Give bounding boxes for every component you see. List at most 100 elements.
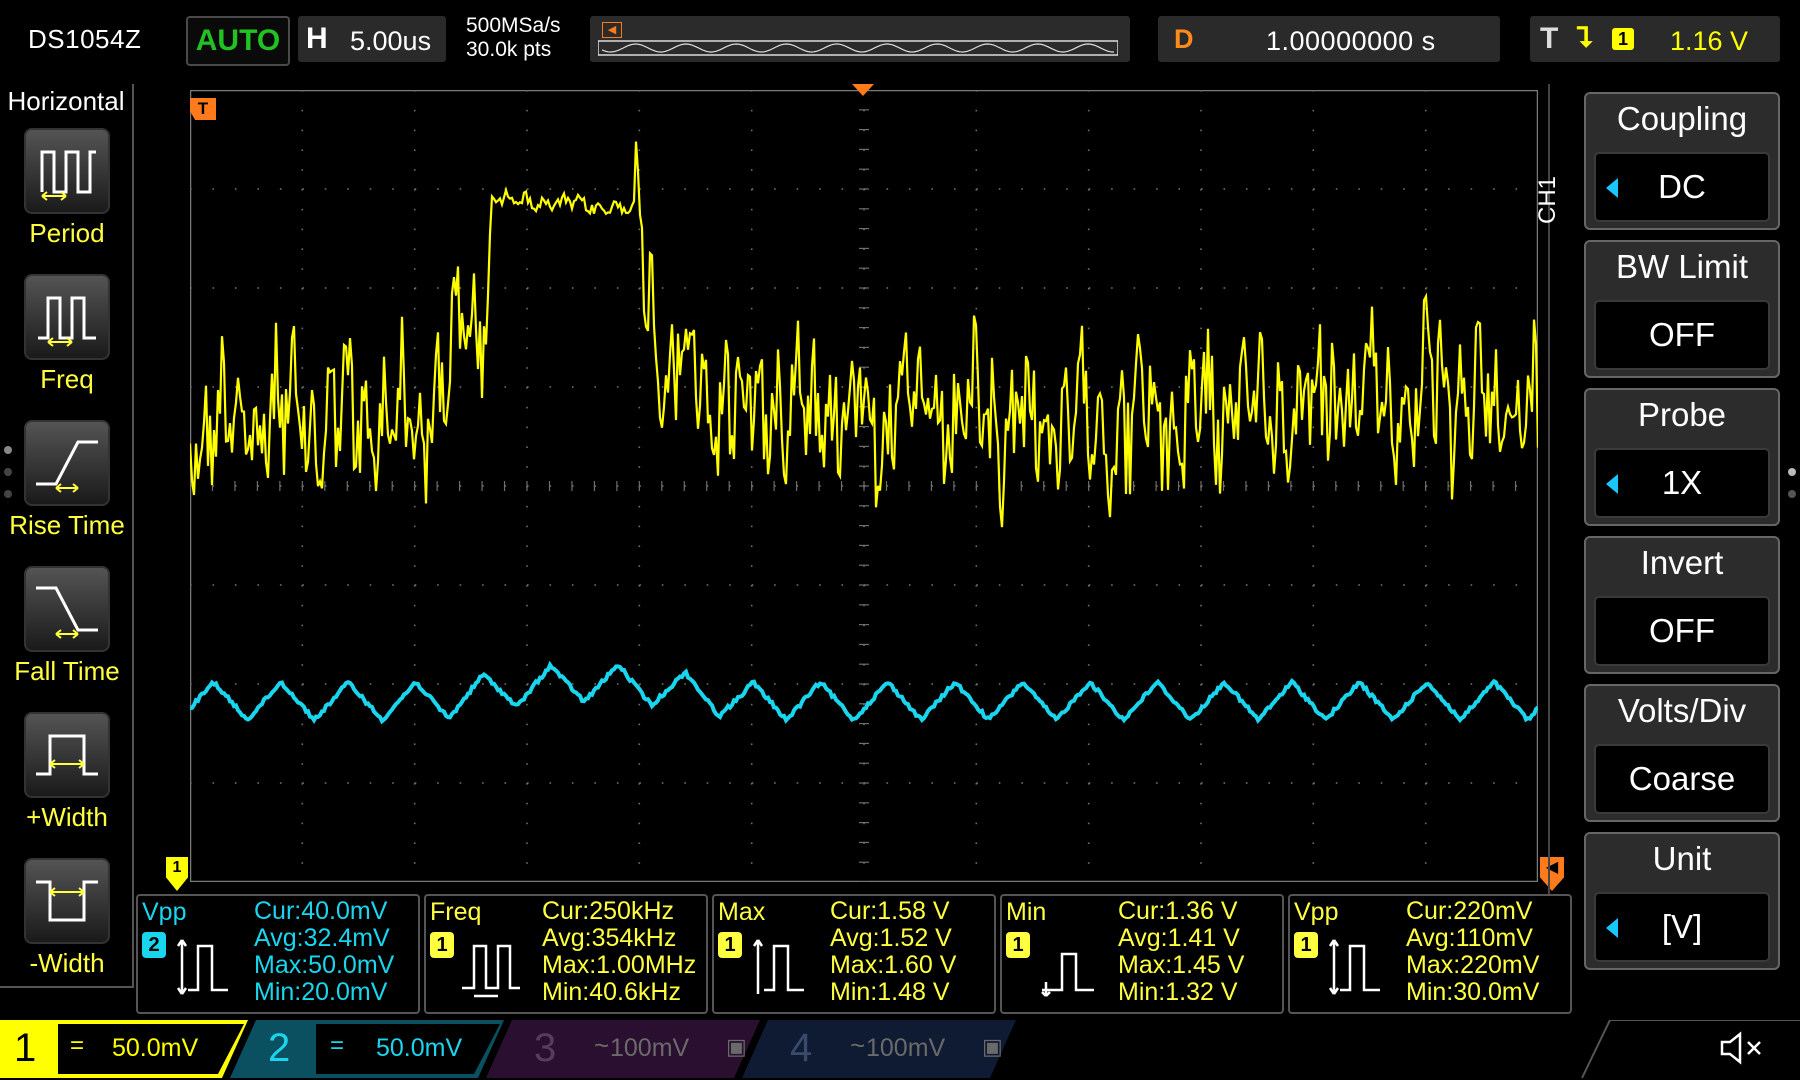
vpp-icon [1328,939,1380,995]
invert-softkey[interactable]: Invert OFF [1584,536,1780,674]
delay-box[interactable]: D 1.00000000 s [1158,16,1500,62]
sample-rate: 500MSa/s [466,14,561,37]
measurement-avg: Avg:1.52 V [830,924,952,952]
trigger-source-badge: 1 [1612,28,1634,50]
memory-waveform-preview [598,40,1118,56]
measurement-source-badge: 2 [142,932,166,958]
ch2-scale: 50.0mV [376,1034,463,1062]
trigger-position-icon: ◀ [602,22,622,38]
measurement-max: Max:1.60 V [830,951,957,979]
run-state-indicator[interactable]: AUTO [186,16,290,66]
invert-title: Invert [1640,544,1724,581]
measure-fall-time-label: Fall Time [14,656,120,686]
measure-positive-width-label: +Width [26,802,108,832]
selector-arrow-icon [1606,918,1618,938]
page-indicator-dot [4,446,12,454]
page-indicator-dot [1788,490,1796,498]
measurement-cur: Cur:250kHz [542,897,674,925]
measurement-max: Max:1.45 V [1118,951,1245,979]
measurement-freq-ch1[interactable]: Freq 1 Cur:250kHz Avg:354kHz Max:1.00MHz… [424,894,708,1014]
measurement-cur: Cur:220mV [1406,897,1533,925]
measurement-max-ch1[interactable]: Max 1 Cur:1.58 V Avg:1.52 V Max:1.60 V M… [712,894,996,1014]
ch4-coupling-icon: ~ [850,1030,866,1060]
memory-overview[interactable]: ◀ [590,16,1130,62]
model-name: DS1054Z [28,24,142,54]
frequency-icon [462,944,520,998]
measurement-name: Min [1006,898,1047,926]
measure-menu: Period Freq Rise Time Fall Time +Width -… [0,84,134,984]
ch4-off-icon: ▣ [982,1034,1003,1059]
measurement-cur: Cur:1.58 V [830,897,950,925]
ch1-coupling-icon: = [70,1032,85,1059]
measurement-vpp-ch2[interactable]: Vpp 2 Cur:40.0mV Avg:32.4mV Max:50.0mV M… [136,894,420,1014]
measure-period-label: Period [29,218,105,248]
measure-negative-width-label: -Width [29,948,105,978]
measure-fall-time-button[interactable]: Fall Time [0,566,134,712]
measurement-min-ch1[interactable]: Min 1 Cur:1.36 V Avg:1.41 V Max:1.45 V M… [1000,894,1284,1014]
measure-positive-width-button[interactable]: +Width [0,712,134,858]
ch1-scale: 50.0mV [112,1034,199,1062]
page-indicator-dot [1788,468,1796,476]
measurement-name: Freq [430,898,482,926]
negative-width-icon [24,858,110,944]
timebase-label: H [306,22,328,55]
measurement-vpp-ch1[interactable]: Vpp 1 Cur:220mV Avg:110mV Max:220mV Min:… [1288,894,1572,1014]
trigger-time-marker[interactable]: T [190,98,216,120]
trigger-box[interactable]: T ⮧ 1 1.16 V [1530,16,1780,62]
ch3-status-tab[interactable]: 3 ~ 100mV ▣ [512,1020,752,1078]
measurement-min: Min:1.48 V [830,978,950,1006]
measurement-values: Cur:40.0mV Avg:32.4mV Max:50.0mV Min:20.… [254,898,394,1006]
ch1-status-tab[interactable]: 1 = 50.0mV [0,1020,240,1078]
ch1-trace [190,141,1538,528]
probe-title: Probe [1637,396,1727,433]
page-indicator-dot [4,468,12,476]
trigger-position-marker[interactable] [852,84,874,96]
ch4-number: 4 [790,1026,813,1070]
ch2-status-tab[interactable]: 2 = 50.0mV [256,1020,496,1078]
delay-value: 1.00000000 s [1266,26,1436,56]
ch1-number: 1 [14,1026,37,1070]
timebase-box[interactable]: H 5.00us [298,16,446,62]
invert-value: OFF [1594,596,1770,666]
measurement-values: Cur:1.36 V Avg:1.41 V Max:1.45 V Min:1.3… [1118,898,1244,1006]
measure-freq-button[interactable]: Freq [0,274,134,420]
channel-menu-label: CH1 [1534,175,1562,225]
channel-menu-tab: CH1 [1534,150,1584,260]
measurement-min: Min:30.0mV [1406,978,1540,1006]
ch3-coupling-icon: ~ [594,1030,610,1060]
trigger-label: T [1540,22,1559,55]
ch2-coupling-icon: = [330,1032,345,1059]
memory-depth: 30.0k pts [466,38,552,61]
measure-negative-width-button[interactable]: -Width [0,858,134,1004]
probe-value: 1X [1594,448,1770,518]
bw-limit-softkey[interactable]: BW Limit OFF [1584,240,1780,378]
fall-time-icon [24,566,110,652]
page-indicator-dot [4,490,12,498]
waveform-traces [190,141,1538,725]
measurement-max: Max:50.0mV [254,951,395,979]
vpp-icon [176,939,228,995]
measure-period-button[interactable]: Period [0,128,134,274]
coupling-softkey[interactable]: Coupling DC [1584,92,1780,230]
timebase-value: 5.00us [350,26,432,56]
selector-arrow-icon [1606,474,1618,494]
probe-softkey[interactable]: Probe 1X [1584,388,1780,526]
measurement-avg: Avg:354kHz [542,924,677,952]
measurement-source-badge: 1 [718,932,742,958]
measurement-source-badge: 1 [430,932,454,958]
measurement-cur: Cur:40.0mV [254,897,388,925]
unit-softkey[interactable]: Unit [V] [1584,832,1780,970]
sound-muted-icon[interactable] [1716,1028,1766,1068]
ch3-number: 3 [534,1026,557,1070]
positive-width-icon [24,712,110,798]
measurement-avg: Avg:110mV [1406,924,1533,952]
coupling-value: DC [1594,152,1770,222]
ch3-off-icon: ▣ [726,1034,747,1059]
measurement-name: Max [718,898,766,926]
measurement-values: Cur:220mV Avg:110mV Max:220mV Min:30.0mV [1406,898,1539,1006]
ch1-offset-marker[interactable]: 1 [166,857,188,891]
volts-div-softkey[interactable]: Volts/Div Coarse [1584,684,1780,822]
ch4-status-tab[interactable]: 4 ~ 100mV ▣ [768,1020,1008,1078]
waveform-display[interactable] [190,90,1538,882]
measure-rise-time-button[interactable]: Rise Time [0,420,134,566]
